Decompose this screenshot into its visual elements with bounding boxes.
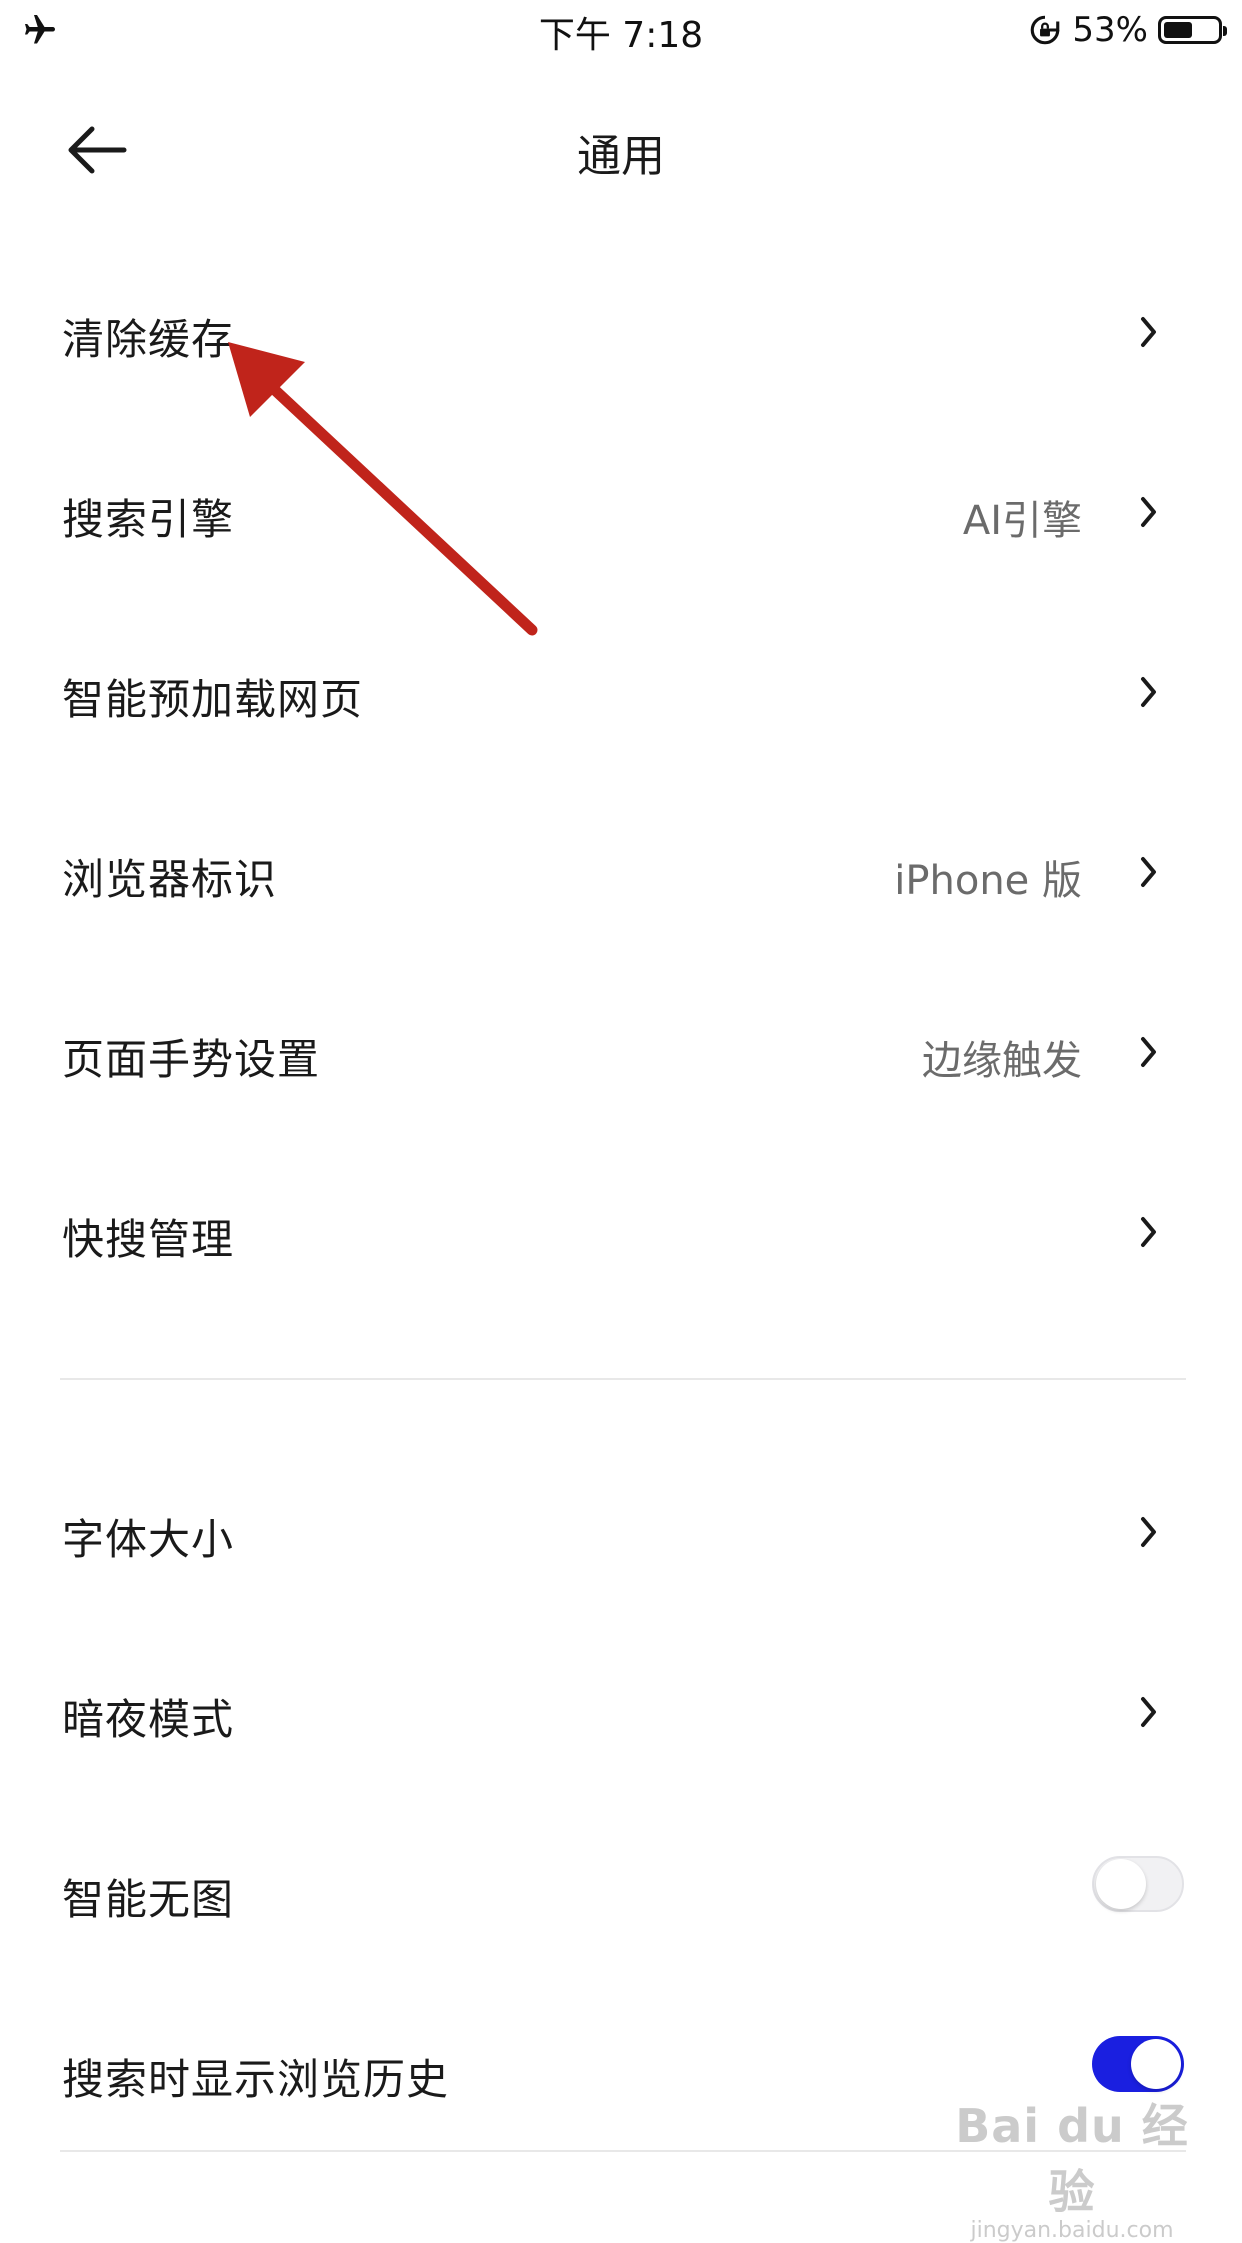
setting-row-search-engine[interactable]: 搜索引擎 AI引擎: [0, 450, 1242, 570]
setting-label: 搜索时显示浏览历史: [62, 2055, 450, 2104]
status-bar: 下午 7:18 53%: [0, 0, 1242, 62]
chevron-right-icon: [1141, 1217, 1156, 1247]
setting-label: 快搜管理: [62, 1215, 235, 1264]
battery-percent: 53%: [1072, 10, 1148, 50]
setting-value: 边缘触发: [922, 1038, 1082, 1084]
setting-label: 暗夜模式: [62, 1695, 235, 1744]
setting-label: 浏览器标识: [62, 855, 278, 904]
chevron-right-icon: [1141, 857, 1156, 887]
chevron-right-icon: [1141, 317, 1156, 347]
battery-icon: [1158, 16, 1227, 44]
chevron-right-icon: [1141, 497, 1156, 527]
setting-row-no-image: 智能无图: [0, 1830, 1242, 1950]
setting-row-gesture[interactable]: 页面手势设置 边缘触发: [0, 990, 1242, 1110]
show-history-toggle[interactable]: [1092, 2036, 1184, 2092]
nav-bar: 通用: [0, 90, 1242, 210]
setting-label: 智能预加载网页: [62, 675, 364, 724]
setting-row-dark-mode[interactable]: 暗夜模式: [0, 1650, 1242, 1770]
setting-value: AI引擎: [962, 498, 1082, 544]
setting-label: 字体大小: [62, 1515, 235, 1564]
setting-row-font-size[interactable]: 字体大小: [0, 1470, 1242, 1590]
setting-label: 搜索引擎: [62, 495, 235, 544]
setting-value: iPhone 版: [894, 858, 1082, 904]
baidu-watermark: Bai du 经验 jingyan.baidu.com: [952, 2090, 1192, 2243]
toggle-knob: [1131, 2039, 1181, 2089]
chevron-right-icon: [1141, 1037, 1156, 1067]
setting-row-user-agent[interactable]: 浏览器标识 iPhone 版: [0, 810, 1242, 930]
no-image-toggle[interactable]: [1092, 1856, 1184, 1912]
battery-level-fill: [1164, 22, 1192, 38]
setting-row-quick-search[interactable]: 快搜管理: [0, 1170, 1242, 1290]
setting-row-clear-cache[interactable]: 清除缓存: [0, 270, 1242, 390]
setting-label: 清除缓存: [62, 315, 235, 364]
status-right: 53%: [1028, 8, 1227, 52]
rotation-lock-icon: [1031, 15, 1060, 45]
setting-row-smart-preload[interactable]: 智能预加载网页: [0, 630, 1242, 750]
chevron-right-icon: [1141, 677, 1156, 707]
divider: [60, 1378, 1186, 1380]
setting-label: 页面手势设置: [62, 1035, 321, 1084]
chevron-right-icon: [1141, 1517, 1156, 1547]
toggle-knob: [1096, 1859, 1146, 1909]
watermark-sub: jingyan.baidu.com: [970, 2218, 1174, 2243]
watermark-main: Bai du 经验: [955, 2099, 1189, 2219]
chevron-right-icon: [1141, 1697, 1156, 1727]
setting-label: 智能无图: [62, 1875, 235, 1924]
page-title: 通用: [577, 131, 665, 182]
